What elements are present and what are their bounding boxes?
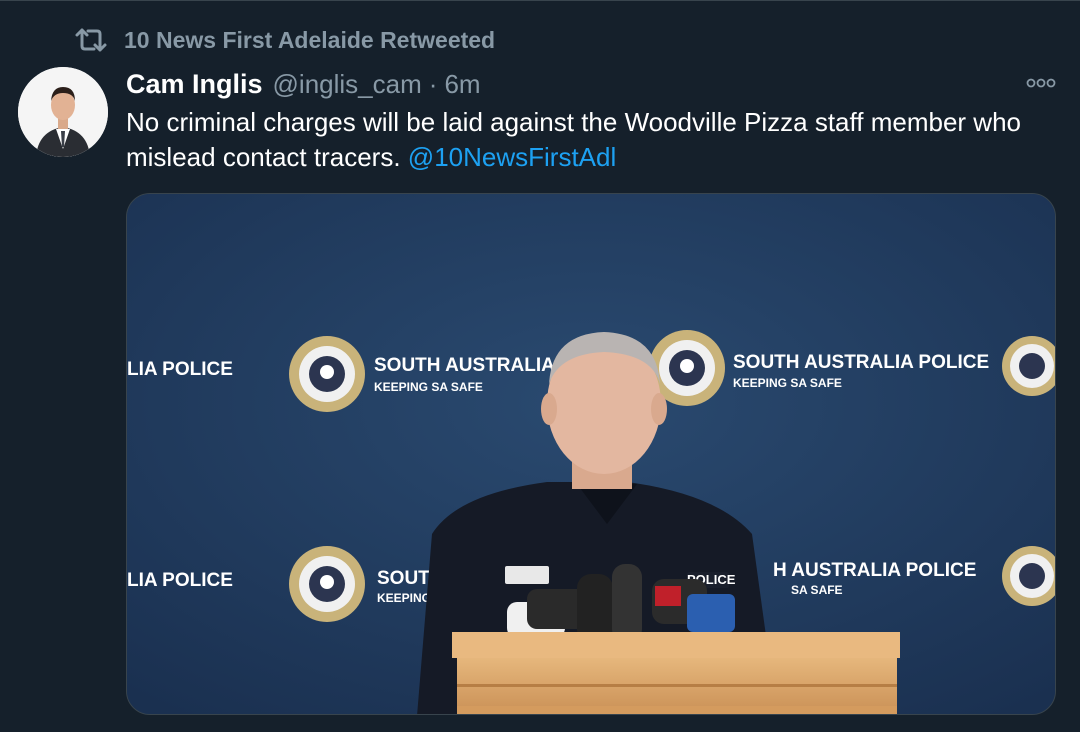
social-context-label: 10 News First Adelaide Retweeted xyxy=(124,26,496,53)
social-context[interactable]: 10 News First Adelaide Retweeted xyxy=(74,23,495,57)
tweet-header: Cam Inglis @inglis_cam · 6m xyxy=(126,64,481,104)
retweet-icon xyxy=(74,27,108,53)
backdrop-tagline: KEEPING SA SAFE xyxy=(374,380,483,394)
backdrop-tagline-right: KEEPING SA SAFE xyxy=(733,376,842,390)
more-options-icon[interactable] xyxy=(1026,73,1056,93)
tweet-timestamp[interactable]: 6m xyxy=(444,69,480,100)
tweet-text: No criminal charges will be laid against… xyxy=(126,105,1056,175)
avatar[interactable] xyxy=(18,67,108,157)
tweet-frame: 10 News First Adelaide Retweeted Cam Ing… xyxy=(0,0,1080,732)
separator-dot: · xyxy=(428,68,438,99)
mention-link[interactable]: @10NewsFirstAdl xyxy=(408,142,616,172)
backdrop-tagline-lower-cut: KEEPING xyxy=(377,591,431,605)
author-handle[interactable]: @inglis_cam xyxy=(273,69,422,100)
backdrop-tagline-lower-right: SA SAFE xyxy=(791,583,843,597)
tweet-media-photo[interactable]: LIA POLICE SOUTH AUSTRALIA POLIC KEEPING… xyxy=(126,193,1056,715)
author-name[interactable]: Cam Inglis xyxy=(126,69,263,100)
backdrop-brand-lower-left: LIA POLICE xyxy=(127,570,233,591)
backdrop-brand-left: LIA POLICE xyxy=(127,359,233,380)
police-badge-icon xyxy=(289,336,365,412)
lectern xyxy=(452,632,900,714)
backdrop-brand-lower-right: H AUSTRALIA POLICE xyxy=(773,560,976,581)
police-badge-icon xyxy=(289,546,365,622)
backdrop-brand-right: SOUTH AUSTRALIA POLICE xyxy=(733,352,989,373)
